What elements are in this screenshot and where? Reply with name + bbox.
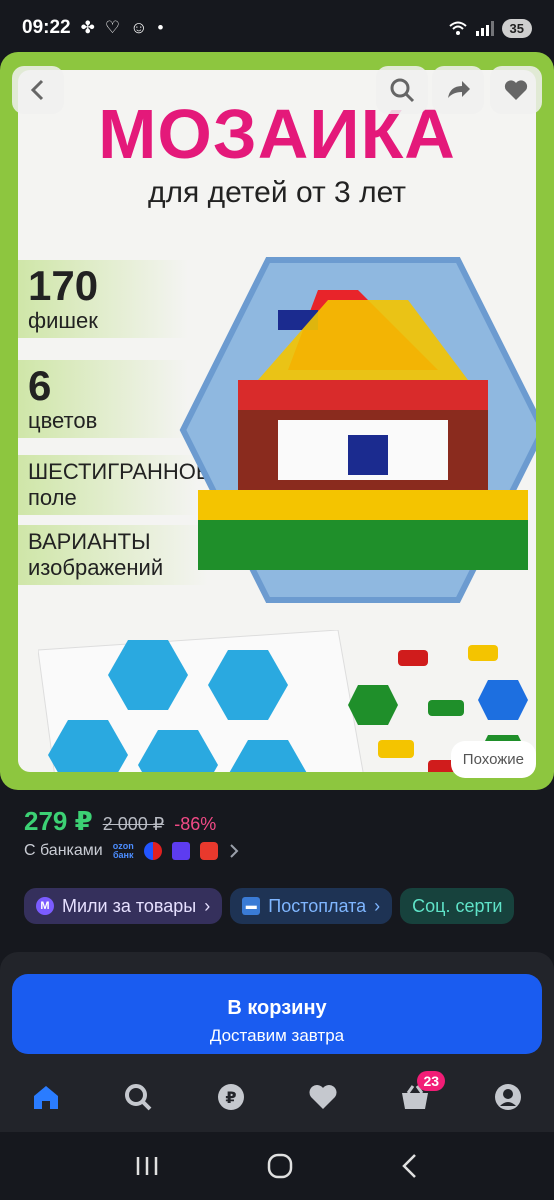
nav-favorites[interactable] — [293, 1067, 353, 1127]
product-image[interactable]: МОЗАИКА для детей от 3 лет 170 фишек 6 ц… — [0, 52, 554, 790]
search-button[interactable] — [376, 66, 428, 114]
tag-label: Постоплата — [268, 895, 367, 916]
similar-button[interactable]: Похожие — [450, 741, 536, 778]
feature-small: цветов — [28, 408, 98, 433]
back-icon[interactable] — [400, 1153, 420, 1179]
ruble-icon: ₽ — [217, 1084, 244, 1110]
bank-logo-icon — [199, 842, 218, 860]
nav-finance[interactable]: ₽ — [201, 1067, 261, 1127]
nav-profile[interactable] — [478, 1067, 538, 1127]
tag-postpay[interactable]: ▬ Постоплата › — [230, 888, 393, 924]
status-right: 35 — [448, 18, 532, 38]
smiley-icon: ☺ — [130, 18, 148, 37]
feature-colors-count: 6 цветов — [18, 360, 188, 438]
add-to-cart-label: В корзину — [227, 996, 327, 1019]
feature-small: ШЕСТИГРАННОЕ поле — [28, 459, 211, 510]
price-current: 279 ₽ — [24, 806, 93, 836]
home-icon — [34, 1086, 59, 1109]
cart-count-badge: 23 — [417, 1071, 446, 1091]
heart-notification-icon: ♡ — [104, 18, 121, 37]
feature-small: ВАРИАНТЫ изображений — [28, 529, 164, 580]
bank-logo-icon — [171, 842, 190, 860]
chevron-left-icon — [30, 79, 44, 101]
promo-tags: M Мили за товары › ▬ Постоплата › Соц. с… — [24, 888, 554, 924]
product-image-content: МОЗАИКА для детей от 3 лет 170 фишек 6 ц… — [18, 70, 536, 772]
m-icon: M — [36, 897, 54, 915]
nav-cart[interactable]: 23 — [385, 1067, 446, 1127]
feature-big: 6 — [28, 362, 52, 409]
signal-icon — [475, 20, 494, 36]
search-icon — [390, 78, 415, 103]
nav-search[interactable] — [108, 1067, 168, 1127]
pinwheel-icon: ✤ — [80, 18, 95, 37]
tag-label: Мили за товары — [62, 895, 197, 916]
add-to-cart-button[interactable]: В корзину Доставим завтра — [12, 974, 542, 1054]
tag-label: Соц. серти — [412, 895, 503, 916]
status-left: 09:22 ✤ ♡ ☺ • — [22, 17, 163, 39]
battery-indicator: 35 — [501, 18, 532, 38]
feature-chips-count: 170 фишек — [18, 260, 188, 338]
delivery-label: Доставим завтра — [209, 1025, 345, 1045]
status-bar: 09:22 ✤ ♡ ☺ • 35 — [0, 0, 554, 56]
price-row: 279 ₽ 2 000 ₽ -86% — [24, 806, 216, 837]
status-time: 09:22 — [22, 17, 71, 38]
bank-offers-row[interactable]: С банками ozon банк — [24, 842, 240, 860]
feature-small: фишек — [28, 308, 98, 333]
heart-icon — [504, 80, 528, 100]
bank-logo-icon — [143, 842, 162, 860]
ozon-bank-logo: ozon банк — [113, 842, 134, 860]
card-icon: ▬ — [242, 897, 261, 915]
ozon-bank-line2: банк — [112, 850, 134, 860]
nav-home[interactable] — [16, 1067, 76, 1127]
price-old: 2 000 ₽ — [102, 814, 165, 834]
home-circle-icon[interactable] — [267, 1153, 293, 1179]
heart-icon — [309, 1085, 337, 1109]
feature-big: 170 — [28, 262, 99, 309]
cart-panel: В корзину Доставим завтра — [0, 952, 554, 1062]
chevron-right-icon: › — [204, 895, 211, 916]
banks-label: С банками — [24, 842, 103, 859]
svg-text:₽: ₽ — [225, 1088, 236, 1107]
tag-social-certificate[interactable]: Соц. серти — [400, 888, 515, 924]
wifi-icon — [448, 21, 467, 35]
search-icon — [125, 1084, 152, 1111]
recent-apps-icon[interactable] — [134, 1155, 160, 1177]
favorite-button[interactable] — [490, 66, 542, 114]
profile-icon — [494, 1084, 521, 1110]
dot-icon: • — [157, 18, 164, 37]
mosaic-board-illustration — [179, 257, 536, 603]
price-discount: -86% — [174, 814, 217, 834]
share-button[interactable] — [432, 66, 484, 114]
tag-miles[interactable]: M Мили за товары › — [24, 888, 223, 924]
share-arrow-icon — [448, 81, 470, 98]
chevron-right-icon — [230, 844, 239, 858]
feature-hex-field: ШЕСТИГРАННОЕ поле — [18, 455, 211, 515]
image-subtitle: для детей от 3 лет — [147, 176, 407, 209]
back-button[interactable] — [12, 66, 64, 114]
chevron-right-icon: › — [374, 895, 381, 916]
bottom-nav: ₽ 23 — [0, 1062, 554, 1132]
system-navigation — [0, 1132, 554, 1200]
